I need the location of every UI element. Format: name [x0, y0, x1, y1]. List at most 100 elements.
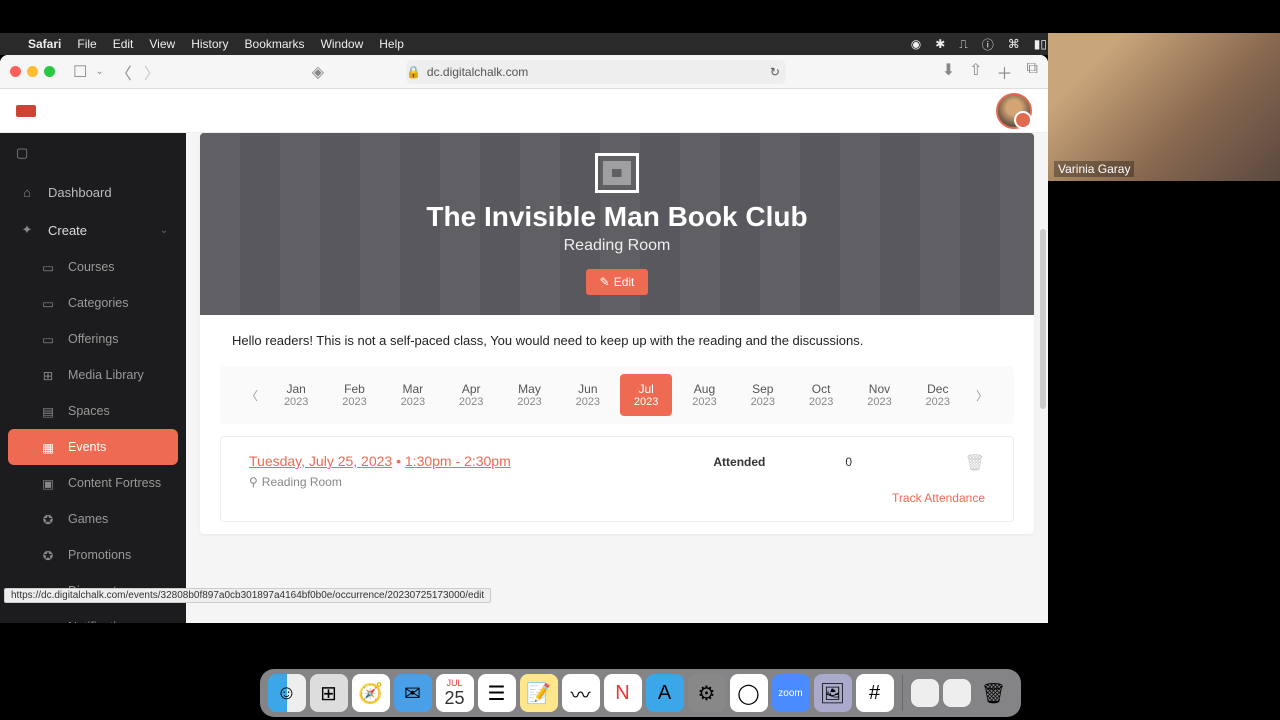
event-time-link[interactable]: 1:30pm - 2:30pm — [405, 453, 511, 469]
year-label: 2023 — [566, 396, 610, 408]
app-logo[interactable] — [16, 105, 36, 117]
month-aug[interactable]: Aug2023 — [678, 374, 730, 416]
event-location: ⚲ Reading Room — [249, 475, 713, 489]
dock-recent-2[interactable] — [943, 679, 971, 707]
sidebar-item-promotions[interactable]: ✪Promotions — [0, 537, 186, 573]
sidebar-item-dashboard[interactable]: ⌂ Dashboard — [0, 173, 186, 211]
menubar-app[interactable]: Safari — [28, 37, 61, 51]
back-button[interactable]: 〈 — [112, 58, 136, 86]
record-icon[interactable]: ◉ — [911, 37, 921, 51]
menu-window[interactable]: Window — [321, 37, 364, 51]
forward-button[interactable]: 〉 — [140, 58, 164, 86]
dock-recent-1[interactable] — [911, 679, 939, 707]
sidebar-item-media-library[interactable]: ⊞Media Library — [0, 357, 186, 393]
dock-freeform[interactable]: 〰 — [562, 674, 600, 712]
sidebar-item-create[interactable]: ✦ Create ⌄ — [0, 211, 186, 249]
event-occurrence-row: Tuesday, July 25, 2023 • 1:30pm - 2:30pm… — [220, 436, 1014, 522]
sidebar-item-events[interactable]: ▦Events — [8, 429, 178, 465]
dock-trash[interactable]: 🗑 — [975, 674, 1013, 712]
dock-slack[interactable]: # — [856, 674, 894, 712]
dock-chrome[interactable]: ◯ — [730, 674, 768, 712]
dock-appstore[interactable]: A — [646, 674, 684, 712]
bell-icon: ✉ — [40, 619, 56, 623]
sidebar-collapse-icon[interactable]: ▢ — [0, 133, 186, 173]
sidebar-item-games[interactable]: ✪Games — [0, 501, 186, 537]
month-label: Apr — [449, 382, 493, 396]
chevron-down-icon: ⌄ — [160, 225, 168, 236]
minimize-button[interactable] — [27, 66, 38, 77]
dock-settings[interactable]: ⚙ — [688, 674, 726, 712]
info-icon[interactable]: ⓘ — [982, 36, 994, 53]
dock-zoom[interactable]: zoom — [772, 674, 810, 712]
dock-calendar[interactable]: JUL25 — [436, 674, 474, 712]
pin-icon: ⚲ — [249, 475, 258, 489]
close-button[interactable] — [10, 66, 21, 77]
scrollbar[interactable] — [1040, 229, 1046, 409]
share-icon[interactable]: ⇧ — [969, 60, 982, 84]
month-label: Oct — [799, 382, 843, 396]
bluetooth-icon[interactable]: ⌘ — [1008, 37, 1020, 51]
track-attendance-link[interactable]: Track Attendance — [892, 491, 985, 505]
battery-icon[interactable]: ▮▯ — [1034, 37, 1047, 51]
month-sep[interactable]: Sep2023 — [737, 374, 789, 416]
year-label: 2023 — [741, 396, 785, 408]
url-bar[interactable]: 🔒 dc.digitalchalk.com ↻ — [406, 60, 786, 84]
user-avatar[interactable] — [996, 93, 1032, 129]
month-may[interactable]: May2023 — [503, 374, 555, 416]
sidebar-item-spaces[interactable]: ▤Spaces — [0, 393, 186, 429]
month-apr[interactable]: Apr2023 — [445, 374, 497, 416]
menu-extra-icon[interactable]: ⎍ — [959, 37, 967, 52]
delete-icon[interactable]: 🗑 — [965, 455, 985, 472]
month-next-button[interactable]: 〉 — [970, 383, 994, 408]
year-label: 2023 — [332, 396, 376, 408]
building-icon — [595, 153, 639, 193]
year-label: 2023 — [624, 396, 668, 408]
tabs-icon[interactable]: ⧉ — [1027, 60, 1038, 84]
shield-icon[interactable]: ◈ — [312, 62, 324, 82]
sidebar-item-label: Spaces — [68, 404, 110, 418]
event-date-link[interactable]: Tuesday, July 25, 2023 — [249, 453, 392, 469]
month-prev-button[interactable]: 〈 — [240, 383, 264, 408]
dock-mail[interactable]: ✉ — [394, 674, 432, 712]
sidebar-toggle-icon[interactable]: ☐ — [73, 62, 87, 82]
month-feb[interactable]: Feb2023 — [328, 374, 380, 416]
month-nov[interactable]: Nov2023 — [853, 374, 905, 416]
menu-help[interactable]: Help — [379, 37, 404, 51]
menu-view[interactable]: View — [149, 37, 175, 51]
safari-toolbar: ☐ ⌄ 〈 〉 ◈ 🔒 dc.digitalchalk.com ↻ ⬇ ⇧ ＋ … — [0, 55, 1048, 89]
sidebar-item-courses[interactable]: ▭Courses — [0, 249, 186, 285]
maximize-button[interactable] — [44, 66, 55, 77]
menu-edit[interactable]: Edit — [113, 37, 134, 51]
dock-finder[interactable]: ☺ — [268, 674, 306, 712]
dock-notes[interactable]: 📝 — [520, 674, 558, 712]
menu-bookmarks[interactable]: Bookmarks — [245, 37, 305, 51]
dock-safari[interactable]: 🧭 — [352, 674, 390, 712]
month-oct[interactable]: Oct2023 — [795, 374, 847, 416]
new-tab-icon[interactable]: ＋ — [997, 60, 1013, 84]
pencil-icon: ✎ — [600, 275, 610, 289]
month-mar[interactable]: Mar2023 — [387, 374, 439, 416]
month-dec[interactable]: Dec2023 — [912, 374, 964, 416]
month-jul[interactable]: Jul2023 — [620, 374, 672, 416]
sidebar-item-categories[interactable]: ▭Categories — [0, 285, 186, 321]
sidebar-item-notifications[interactable]: ✉Notifications — [0, 609, 186, 623]
dock-preview[interactable]: 🖼 — [814, 674, 852, 712]
sidebar-item-offerings[interactable]: ▭Offerings — [0, 321, 186, 357]
menu-history[interactable]: History — [191, 37, 228, 51]
sidebar-item-label: Events — [68, 440, 106, 454]
dock-news[interactable]: N — [604, 674, 642, 712]
edit-button[interactable]: ✎ Edit — [586, 269, 649, 295]
menu-file[interactable]: File — [77, 37, 96, 51]
downloads-icon[interactable]: ⬇ — [942, 60, 955, 84]
settings-icon[interactable]: ✱ — [935, 37, 945, 51]
dropdown-icon[interactable]: ⌄ — [95, 66, 103, 77]
dock-launchpad[interactable]: ⊞ — [310, 674, 348, 712]
sidebar-item-content-fortress[interactable]: ▣Content Fortress — [0, 465, 186, 501]
app-topbar — [0, 89, 1048, 133]
event-occurrence-link[interactable]: Tuesday, July 25, 2023 • 1:30pm - 2:30pm — [249, 453, 713, 469]
dock-reminders[interactable]: ☰ — [478, 674, 516, 712]
reload-icon[interactable]: ↻ — [770, 65, 786, 79]
sidebar-item-label: Categories — [68, 296, 128, 310]
month-jun[interactable]: Jun2023 — [562, 374, 614, 416]
month-jan[interactable]: Jan2023 — [270, 374, 322, 416]
